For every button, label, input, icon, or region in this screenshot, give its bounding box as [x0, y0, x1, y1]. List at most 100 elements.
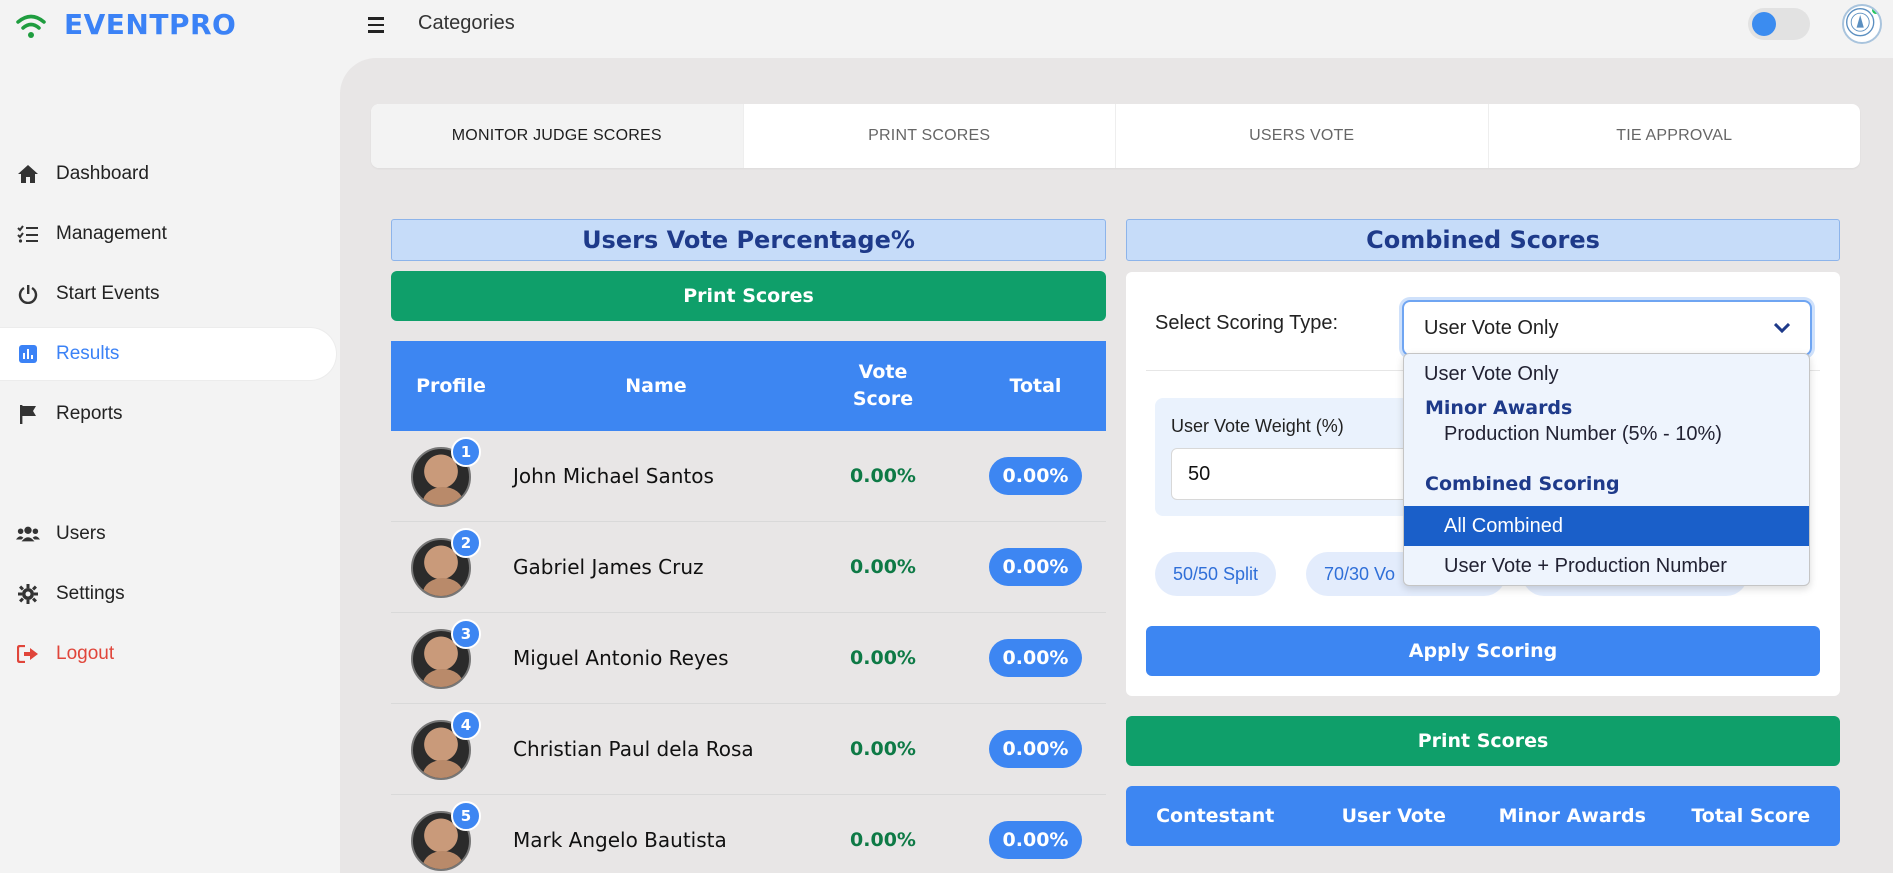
rank-badge: 1 — [451, 436, 481, 467]
table-row[interactable]: 5 Mark Angelo Bautista 0.00% 0.00% — [391, 795, 1106, 873]
rank-badge: 4 — [451, 709, 481, 740]
sidebar-item-start-events[interactable]: Start Events — [0, 268, 336, 320]
column-header-profile: Profile — [416, 374, 486, 397]
profile-cell: 5 — [391, 795, 511, 873]
profile-cell: 2 — [391, 522, 511, 613]
page-title: Categories — [418, 12, 515, 34]
option-all-combined[interactable]: All Combined — [1404, 506, 1809, 546]
user-avatar[interactable] — [1842, 4, 1882, 44]
user-vote-weight-label: User Vote Weight (%) — [1171, 416, 1344, 436]
brand-name: EVENTPRO — [64, 8, 237, 41]
chevron-down-icon — [1773, 320, 1791, 338]
tab-print-scores[interactable]: PRINT SCORES — [744, 104, 1116, 168]
sidebar-item-label: Users — [56, 523, 106, 544]
sidebar-item-label: Management — [56, 223, 167, 244]
vote-score: 0.00% — [850, 465, 916, 487]
home-icon — [16, 162, 40, 186]
total-cell: 0.00% — [965, 548, 1106, 586]
user-vote-weight-input[interactable]: 50 — [1171, 448, 1441, 500]
flag-icon — [16, 402, 40, 426]
rank-badge: 5 — [451, 800, 481, 831]
sidebar-item-users[interactable]: Users — [0, 508, 336, 560]
column-header-minor-awards: Minor Awards — [1498, 805, 1646, 827]
sidebar-item-label: Start Events — [56, 283, 160, 304]
total-cell: 0.00% — [965, 821, 1106, 859]
tab-users-vote[interactable]: USERS VOTE — [1116, 104, 1489, 168]
profile-cell: 3 — [391, 613, 511, 704]
hamburger-menu-icon[interactable] — [368, 10, 392, 40]
total-badge: 0.00% — [988, 548, 1083, 586]
total-badge: 0.00% — [988, 730, 1083, 768]
scoring-type-select[interactable]: User Vote Only — [1402, 300, 1812, 356]
gear-icon — [16, 582, 40, 606]
power-icon — [16, 282, 40, 306]
table-row[interactable]: 1 John Michael Santos 0.00% 0.00% — [391, 431, 1106, 522]
vote-score: 0.00% — [850, 829, 916, 851]
sidebar-item-label: Reports — [56, 403, 123, 424]
table-row[interactable]: 3 Miguel Antonio Reyes 0.00% 0.00% — [391, 613, 1106, 704]
theme-toggle[interactable] — [1748, 8, 1810, 40]
vote-score: 0.00% — [850, 556, 916, 578]
online-status-dot — [1870, 6, 1880, 16]
toggle-knob — [1752, 12, 1776, 36]
option-user-vote-only[interactable]: User Vote Only — [1404, 354, 1809, 394]
sidebar-item-results[interactable]: Results — [0, 328, 336, 380]
tab-monitor-judge-scores[interactable]: MONITOR JUDGE SCORES — [371, 104, 744, 168]
wifi-logo-icon — [16, 14, 46, 38]
total-badge: 0.00% — [988, 639, 1083, 677]
total-badge: 0.00% — [988, 457, 1083, 495]
user-vote-weight-box: User Vote Weight (%) 50 — [1155, 398, 1445, 516]
top-bar: EVENTPRO Categories — [0, 0, 1893, 50]
contestant-name: Mark Angelo Bautista — [513, 828, 727, 852]
tab-bar: MONITOR JUDGE SCORES PRINT SCORES USERS … — [371, 104, 1860, 168]
scoring-type-value: User Vote Only — [1424, 316, 1559, 339]
column-header-vote-score: Vote Score — [852, 361, 914, 410]
combined-scores-header: Combined Scores — [1126, 219, 1840, 261]
sidebar-item-dashboard[interactable]: Dashboard — [0, 148, 336, 200]
print-combined-scores-button[interactable]: Print Scores — [1126, 716, 1840, 766]
brand[interactable]: EVENTPRO — [14, 8, 236, 41]
column-header-user-vote: User Vote — [1341, 805, 1446, 827]
vote-table-header: Profile Name Vote Score Total — [391, 341, 1106, 431]
contestant-name: Miguel Antonio Reyes — [513, 646, 729, 670]
sidebar-item-management[interactable]: Management — [0, 208, 336, 260]
sidebar-item-reports[interactable]: Reports — [0, 388, 336, 440]
vote-score: 0.00% — [850, 647, 916, 669]
total-badge: 0.00% — [988, 821, 1083, 859]
logout-icon — [16, 642, 40, 666]
profile-cell: 1 — [391, 431, 511, 522]
users-icon — [16, 522, 40, 546]
preset-50-50-button[interactable]: 50/50 Split — [1155, 552, 1277, 596]
sidebar-item-label: Dashboard — [56, 163, 149, 184]
table-row[interactable]: 4 Christian Paul dela Rosa 0.00% 0.00% — [391, 704, 1106, 795]
profile-cell: 4 — [391, 704, 511, 795]
option-production-number[interactable]: Production Number (5% - 10%) — [1404, 414, 1809, 454]
contestant-name: Christian Paul dela Rosa — [513, 737, 754, 761]
rank-badge: 3 — [451, 618, 481, 649]
sidebar-item-label: Settings — [56, 583, 125, 604]
column-header-total-score: Total Score — [1691, 805, 1811, 827]
apply-scoring-button[interactable]: Apply Scoring — [1146, 626, 1820, 676]
table-row[interactable]: 2 Gabriel James Cruz 0.00% 0.00% — [391, 522, 1106, 613]
column-header-name: Name — [625, 374, 687, 397]
column-header-total: Total — [1009, 374, 1062, 397]
total-cell: 0.00% — [965, 730, 1106, 768]
total-cell: 0.00% — [965, 639, 1106, 677]
bar-chart-icon — [16, 342, 40, 366]
rank-badge: 2 — [451, 527, 481, 558]
column-header-contestant: Contestant — [1156, 805, 1275, 827]
select-scoring-type-label: Select Scoring Type: — [1155, 312, 1339, 334]
sidebar-item-label: Logout — [56, 643, 115, 664]
combined-scores-table-header: Contestant User Vote Minor Awards Total … — [1126, 786, 1840, 846]
print-scores-button[interactable]: Print Scores — [391, 271, 1106, 321]
contestant-name: Gabriel James Cruz — [513, 555, 704, 579]
contestant-name: John Michael Santos — [513, 464, 714, 488]
option-user-vote-production[interactable]: User Vote + Production Number — [1404, 546, 1809, 585]
vote-score: 0.00% — [850, 738, 916, 760]
tab-tie-approval[interactable]: TIE APPROVAL — [1489, 104, 1861, 168]
total-cell: 0.00% — [965, 457, 1106, 495]
sidebar-item-settings[interactable]: Settings — [0, 568, 336, 620]
sidebar: Dashboard Management Start Events Result… — [0, 50, 340, 873]
sidebar-item-logout[interactable]: Logout — [0, 628, 336, 680]
users-vote-percentage-header: Users Vote Percentage% — [391, 219, 1106, 261]
